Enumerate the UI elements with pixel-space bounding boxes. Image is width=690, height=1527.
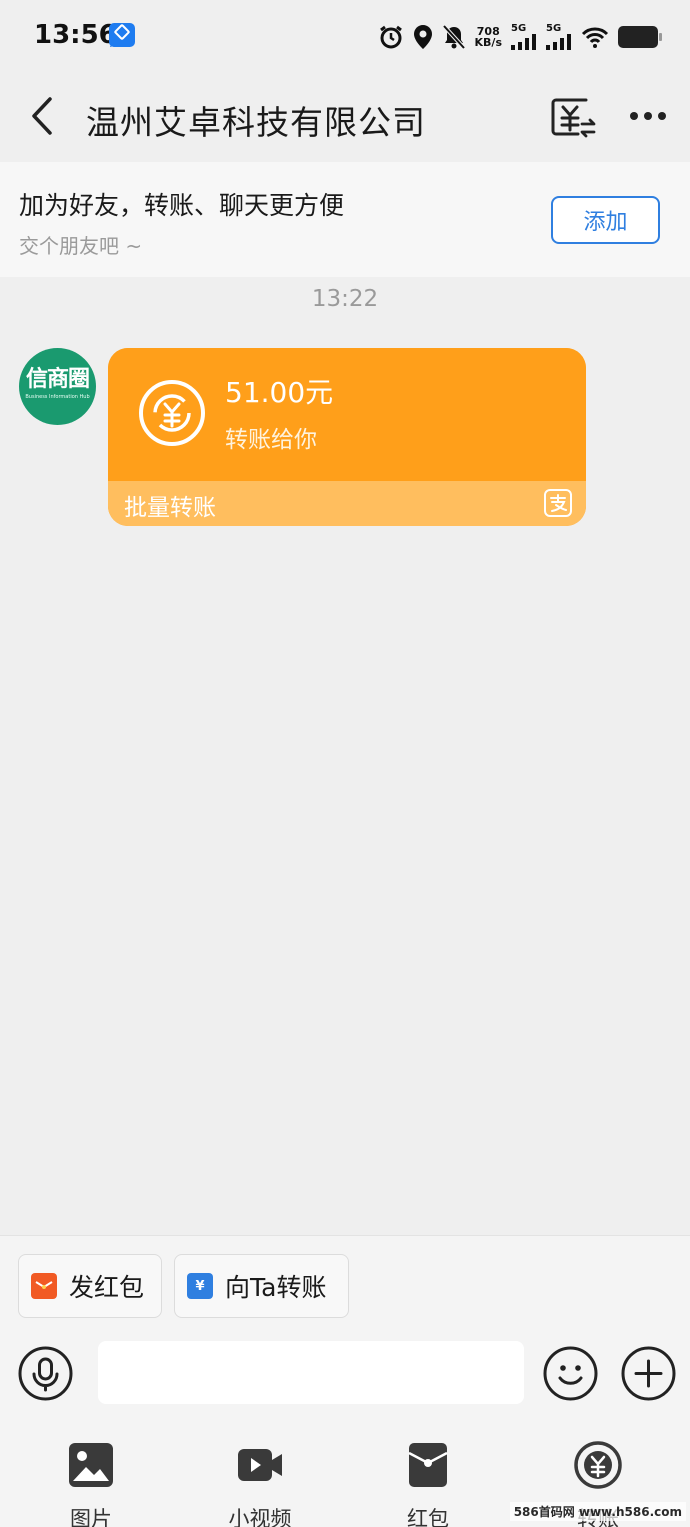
- more-options-icon[interactable]: [628, 102, 668, 130]
- transfer-card-footer: 批量转账: [108, 481, 586, 526]
- transfer-description: 转账给你: [225, 427, 317, 453]
- microphone-icon[interactable]: [18, 1346, 73, 1401]
- message-input[interactable]: [98, 1341, 524, 1404]
- transfer-to-them-label: 向Ta转账: [225, 1273, 327, 1302]
- page-title: 温州艾卓科技有限公司: [86, 103, 426, 142]
- transfer-yuan-icon: ¥: [187, 1273, 213, 1299]
- red-packet-icon: [408, 1443, 448, 1487]
- signal-bars-icon: [511, 34, 536, 50]
- back-arrow-icon[interactable]: [28, 96, 58, 136]
- tool-image-label: 图片: [70, 1507, 112, 1527]
- tool-video-label: 小视频: [228, 1507, 292, 1527]
- transfer-amount: 51.00元: [225, 376, 334, 409]
- avatar-logo-text: 信商圈: [25, 367, 90, 392]
- video-icon: [238, 1449, 282, 1481]
- add-friend-title: 加为好友，转账、聊天更方便: [19, 191, 345, 220]
- wifi-icon: [581, 27, 609, 48]
- send-red-packet-button[interactable]: 发红包: [18, 1254, 162, 1318]
- signal-5g-2: 5G: [546, 24, 572, 50]
- signal-bars-icon: [546, 34, 571, 50]
- watermark: 586首码网 www.h586.com: [509, 1502, 686, 1521]
- tool-red-packet[interactable]: 红包: [378, 1441, 478, 1527]
- tool-image[interactable]: 图片: [41, 1441, 141, 1527]
- transfer-to-them-button[interactable]: ¥ 向Ta转账: [174, 1254, 349, 1318]
- location-icon: [413, 25, 432, 49]
- ai-badge-label: AI: [110, 42, 117, 49]
- transfer-card-body: 51.00元 转账给你: [108, 348, 586, 481]
- status-time: 13:56: [34, 20, 117, 50]
- transfer-records-icon[interactable]: [550, 94, 596, 140]
- red-packet-icon: [31, 1273, 57, 1299]
- add-friend-button[interactable]: 添加: [551, 196, 660, 244]
- bottom-input-area: 发红包 ¥ 向Ta转账 图片 小视频 红包 转账 586首码网 www.h586…: [0, 1235, 690, 1527]
- emoji-icon[interactable]: [543, 1346, 598, 1401]
- image-icon: [69, 1443, 113, 1487]
- add-friend-subtitle: 交个朋友吧 ~: [19, 234, 143, 258]
- tool-video[interactable]: 小视频: [210, 1441, 310, 1527]
- avatar[interactable]: 信商圈 Business Information Hub: [19, 348, 96, 425]
- transfer-message-card[interactable]: 51.00元 转账给你 批量转账: [108, 348, 586, 526]
- status-bar: 13:56 AI 708 KB/s 5G 5G: [0, 0, 690, 72]
- chat-header: 温州艾卓科技有限公司: [0, 72, 690, 162]
- signal-5g-1: 5G: [511, 24, 537, 50]
- avatar-logo-subtitle: Business Information Hub: [25, 394, 90, 400]
- battery-icon: [618, 26, 662, 48]
- transfer-icon: [574, 1441, 622, 1489]
- send-red-packet-label: 发红包: [69, 1273, 145, 1302]
- tool-red-packet-label: 红包: [407, 1507, 449, 1527]
- add-friend-banner: 加为好友，转账、聊天更方便 交个朋友吧 ~ 添加: [0, 162, 690, 277]
- message-timestamp: 13:22: [311, 286, 379, 312]
- transfer-yuan-icon: [139, 380, 205, 446]
- network-speed: 708 KB/s: [474, 25, 502, 49]
- transfer-footer-label: 批量转账: [124, 495, 216, 521]
- alipay-icon: [544, 489, 572, 517]
- plus-icon[interactable]: [621, 1346, 676, 1401]
- mute-bell-icon: [442, 24, 465, 50]
- status-icons: 708 KB/s 5G 5G: [378, 22, 662, 52]
- alarm-icon: [379, 25, 402, 49]
